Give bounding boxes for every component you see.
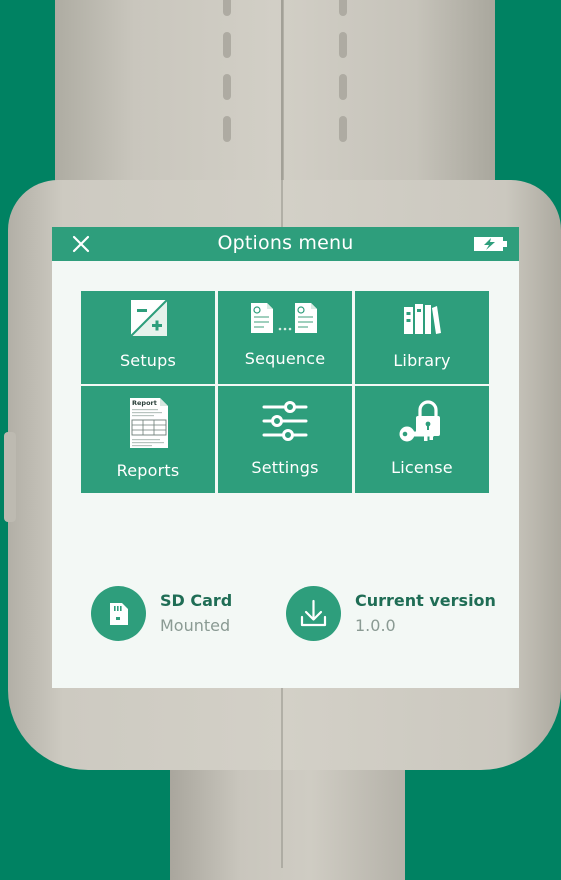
settings-tile[interactable]: Settings: [218, 386, 352, 493]
battery-charging-icon: [474, 237, 507, 251]
device-screen: Options menu Setups Sequence Library Rep…: [52, 227, 519, 688]
download-icon: [300, 599, 327, 627]
device-side-button: [4, 432, 16, 522]
setups-icon: [130, 299, 168, 337]
version-number: 1.0.0: [355, 616, 396, 635]
sliders-icon: [262, 401, 308, 441]
setups-label: Setups: [119, 351, 177, 370]
sd-card-title: SD Card: [160, 591, 233, 610]
version-title: Current version: [355, 591, 496, 610]
sd-card-badge: [91, 586, 146, 641]
license-tile[interactable]: License: [355, 386, 489, 493]
setups-tile[interactable]: Setups: [81, 291, 215, 384]
library-label: Library: [393, 351, 451, 370]
page-title: Options menu: [217, 232, 354, 254]
svg-text:Report: Report: [132, 399, 157, 407]
sd-card-icon: [110, 603, 128, 625]
reports-label: Reports: [116, 461, 180, 480]
license-label: License: [391, 458, 453, 477]
report-document-icon: Report: [130, 398, 168, 448]
sequence-icon: [251, 303, 317, 333]
library-tile[interactable]: Library: [355, 291, 489, 384]
library-icon: [404, 304, 441, 334]
sequence-label: Sequence: [244, 349, 326, 368]
lock-key-icon: [399, 400, 440, 442]
title-bar: Options menu: [52, 227, 519, 261]
sd-card-status: SD Card Mounted: [91, 586, 261, 642]
version-status: Current version 1.0.0: [286, 586, 496, 642]
settings-label: Settings: [251, 458, 319, 477]
reports-tile[interactable]: Report Reports: [81, 386, 215, 493]
version-badge: [286, 586, 341, 641]
sd-card-state: Mounted: [160, 616, 231, 635]
sequence-tile[interactable]: Sequence: [218, 291, 352, 384]
